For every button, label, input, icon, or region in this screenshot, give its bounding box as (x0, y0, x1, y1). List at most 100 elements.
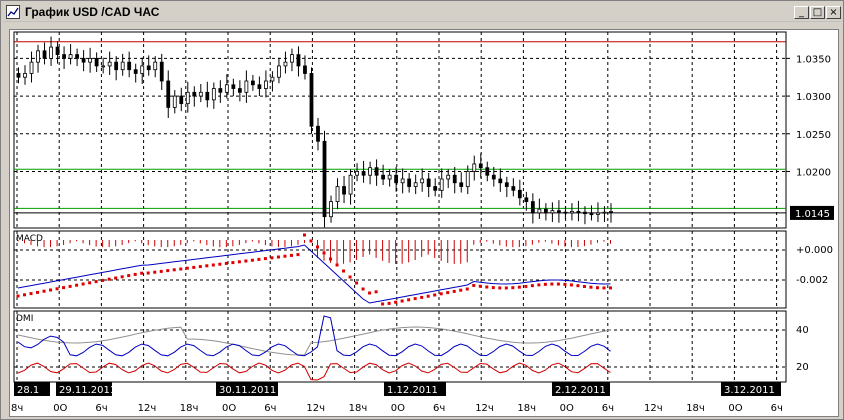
hour-label: 0О (222, 403, 236, 414)
signal-dot (595, 286, 599, 290)
candle-body (192, 91, 197, 97)
candle-body (101, 65, 106, 68)
candle-body (511, 186, 516, 191)
date-label: 2.12.2011 (555, 385, 606, 396)
candle-body (550, 210, 555, 214)
signal-dot (446, 291, 450, 295)
candle-body (36, 50, 40, 63)
signal-dot (218, 262, 222, 266)
candle-body (478, 163, 483, 169)
macd-axis-label: -0.002 (796, 275, 828, 286)
candle-body (237, 88, 242, 93)
date-label: 1.12.2011 (387, 385, 438, 396)
signal-dot (381, 302, 385, 306)
hour-label: 6ч (771, 403, 783, 414)
signal-dot (244, 259, 248, 263)
candle-body (283, 61, 288, 67)
hour-label: 6ч (95, 403, 107, 414)
signal-dot (426, 294, 430, 298)
chart-area[interactable]: MACD DMI 1.0350 1.0300 1.0250 1.0200 1.0145 +… (9, 29, 839, 417)
signal-dot (127, 274, 131, 278)
candle-body (394, 174, 399, 184)
signal-dot (166, 269, 170, 273)
signal-dot (101, 278, 105, 282)
hour-label: 12ч (644, 403, 663, 414)
signal-dot (543, 282, 547, 286)
candle-body (355, 171, 359, 176)
signal-dot (140, 271, 144, 275)
signal-dot (420, 295, 424, 299)
candle-body (166, 80, 171, 108)
signal-dot (374, 290, 378, 294)
candle-body (459, 182, 464, 187)
hour-label: 18ч (349, 403, 368, 414)
signal-dot (348, 275, 352, 279)
candle-body (374, 167, 379, 176)
signal-dot (511, 286, 515, 290)
candle-body (446, 174, 451, 180)
candle-body (596, 212, 600, 215)
macd-label: MACD (16, 234, 43, 244)
candle-body (244, 80, 249, 93)
signal-dot (81, 282, 85, 286)
candle-body (602, 211, 607, 214)
date-label: 29.11.2011 (59, 385, 116, 396)
signal-dot (276, 255, 280, 259)
candle-body (329, 201, 333, 218)
candle-body (120, 61, 125, 71)
signal-dot (296, 253, 300, 257)
close-button[interactable]: × (826, 6, 841, 19)
signal-dot (75, 283, 79, 287)
signal-dot (49, 288, 53, 292)
candle-body (179, 95, 184, 105)
candle-body (49, 46, 53, 59)
candle-body (342, 186, 346, 195)
candle-body (172, 95, 177, 108)
candle-body (185, 91, 190, 105)
signal-dot (342, 269, 346, 273)
signal-dot (237, 260, 241, 264)
price-label: 1.0300 (796, 92, 831, 103)
signal-dot (88, 281, 92, 285)
candle-body (498, 178, 503, 184)
signal-dot (582, 284, 586, 288)
candle-body (368, 167, 372, 176)
candle-body (114, 61, 119, 71)
signal-dot (270, 256, 274, 260)
signal-dot (42, 289, 46, 293)
hour-label: 0О (728, 403, 742, 414)
hour-label: 18ч (686, 403, 705, 414)
adx-line (17, 326, 611, 356)
signal-dot (361, 287, 365, 291)
signal-dot (335, 263, 339, 267)
signal-dot (400, 299, 404, 303)
candle-body (62, 54, 66, 59)
signal-dot (192, 265, 196, 269)
title-bar[interactable]: График USD /CAD ЧАС _ □ × (3, 3, 841, 22)
hour-label: 18ч (180, 403, 199, 414)
signal-dot (29, 292, 33, 296)
signal-dot (133, 272, 137, 276)
candle-body (609, 211, 613, 213)
candle-body (309, 73, 314, 127)
candlestick-series (16, 36, 613, 228)
minimize-button[interactable]: _ (794, 6, 809, 19)
hour-label: 0О (53, 403, 67, 414)
candle-body (159, 61, 164, 82)
candle-body (543, 208, 548, 214)
signal-dot (289, 253, 293, 257)
signal-dot (146, 271, 150, 275)
candle-body (140, 65, 145, 74)
chart-canvas[interactable]: MACD DMI 1.0350 1.0300 1.0250 1.0200 1.0145 +… (10, 30, 838, 416)
candle-body (55, 46, 60, 56)
signal-dot (452, 289, 456, 293)
signal-dot (602, 286, 606, 290)
maximize-button[interactable]: □ (810, 6, 825, 19)
candle-body (211, 88, 216, 101)
candle-body (583, 211, 587, 215)
candle-body (576, 211, 581, 213)
candle-body (29, 61, 34, 74)
candle-body (413, 182, 418, 187)
signal-dot (413, 297, 417, 301)
hour-label: 6ч (433, 403, 445, 414)
